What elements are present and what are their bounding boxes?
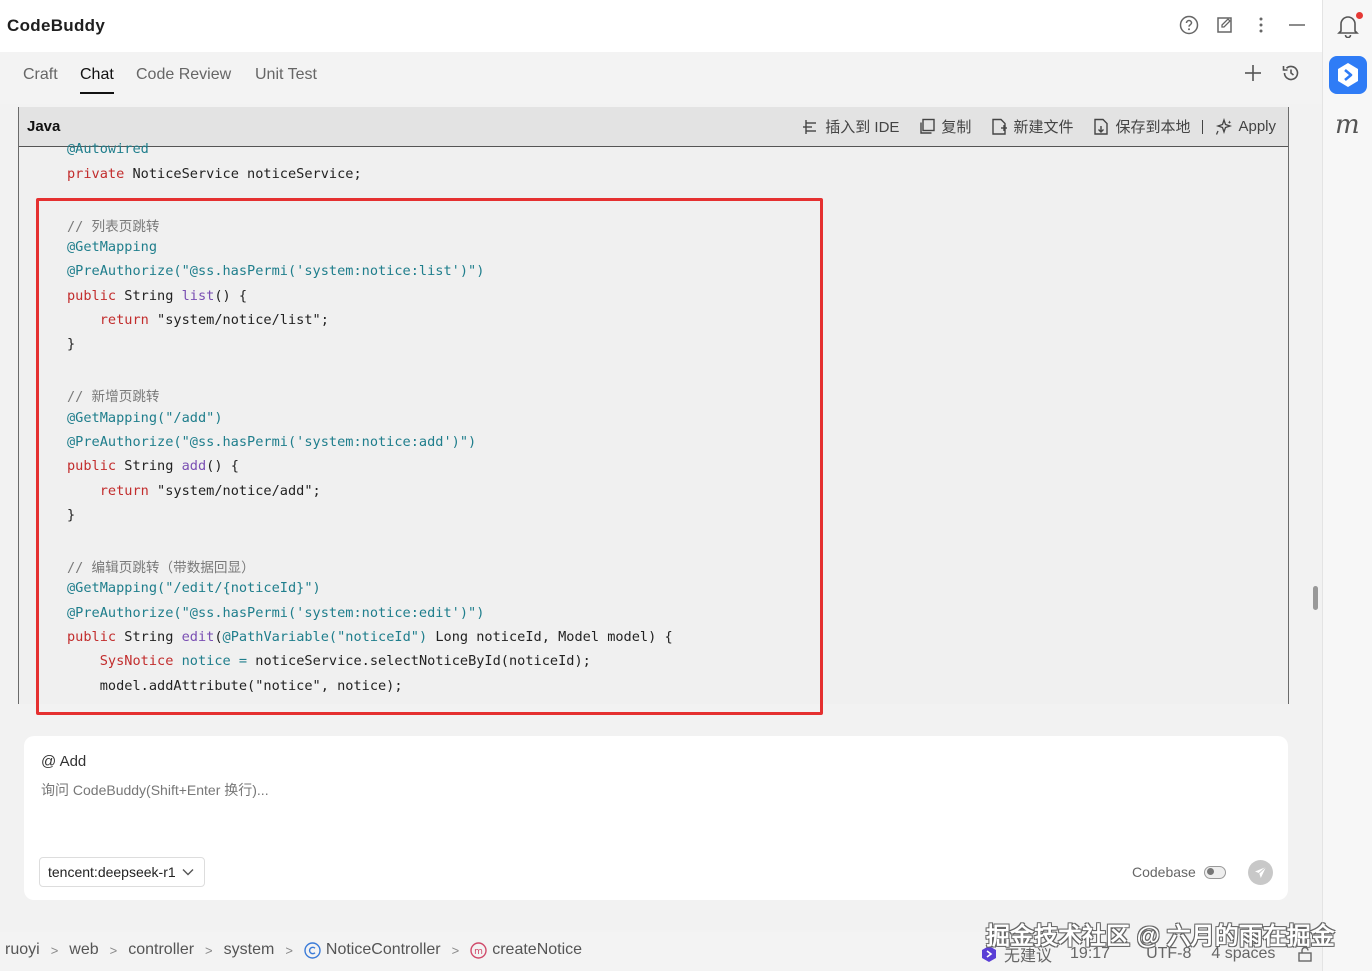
insert-ide-button[interactable]: 插入到 IDE — [802, 116, 899, 137]
breadcrumb: ruoyi > web > controller > system > Noti… — [5, 941, 582, 959]
chat-input[interactable] — [41, 782, 1141, 798]
code-line: @PreAuthorize("@ss.hasPermi('system:noti… — [67, 605, 485, 621]
minimize-icon[interactable] — [1286, 14, 1308, 36]
tabs-actions — [1242, 62, 1302, 84]
copy-icon — [920, 118, 936, 134]
save-file-icon — [1094, 118, 1109, 135]
codebuddy-status-icon — [982, 946, 996, 962]
m-plugin-icon[interactable]: m — [1335, 110, 1360, 140]
codebase-label: Codebase — [1132, 864, 1196, 880]
save-local-label: 保存到本地 — [1115, 119, 1191, 136]
model-name: tencent:deepseek-r1 — [48, 864, 176, 880]
copy-label: 复制 — [941, 119, 972, 136]
code-line: private NoticeService noticeService; — [67, 166, 362, 182]
title-actions — [1178, 14, 1308, 36]
save-local-button[interactable]: 保存到本地 — [1093, 116, 1190, 137]
status-right: 无建议 19:17 UTF-8 4 spaces — [980, 942, 1313, 966]
chevron-down-icon — [182, 869, 194, 876]
breadcrumb-item[interactable]: ruoyi — [5, 941, 40, 959]
class-icon — [304, 941, 321, 959]
code-line: // 列表页跳转 — [67, 219, 160, 235]
app-title: CodeBuddy — [7, 16, 106, 35]
cursor-time[interactable]: 19:17 — [1070, 945, 1110, 963]
code-line: @GetMapping("/add") — [67, 410, 223, 426]
chevron-right-icon: > — [205, 942, 213, 958]
code-content: @Autowired private NoticeService noticeS… — [19, 141, 1288, 704]
tab-code-review[interactable]: Code Review — [136, 66, 231, 92]
code-block-header: Java 插入到 IDE 复制 新建文件 保存到本地 Apply — [19, 107, 1288, 147]
tab-unit-test[interactable]: Unit Test — [255, 66, 317, 92]
code-line: // 编辑页跳转（带数据回显） — [67, 560, 255, 576]
chevron-right-icon: > — [285, 942, 293, 958]
breadcrumb-method[interactable]: m createNotice — [470, 941, 582, 959]
suggestion-status[interactable]: 无建议 — [1004, 942, 1052, 966]
svg-text:m: m — [474, 947, 483, 957]
breadcrumb-item[interactable]: system — [224, 941, 275, 959]
tab-chat[interactable]: Chat — [80, 66, 114, 94]
code-block: Java 插入到 IDE 复制 新建文件 保存到本地 Apply @Autowi… — [18, 107, 1289, 704]
code-line: @GetMapping — [67, 239, 158, 255]
chat-input-panel: @ Add tencent:deepseek-r1 Codebase — [24, 736, 1288, 900]
chevron-right-icon: > — [451, 942, 460, 958]
notification-badge — [1356, 12, 1363, 19]
more-vertical-icon[interactable] — [1250, 14, 1272, 36]
insert-ide-label: 插入到 IDE — [825, 119, 900, 136]
method-icon: m — [470, 941, 487, 959]
code-line: } — [67, 336, 76, 352]
code-line: return "system/notice/list"; — [99, 312, 329, 328]
breadcrumb-item[interactable]: controller — [128, 941, 194, 959]
code-line: return "system/notice/add"; — [99, 483, 321, 499]
model-selector[interactable]: tencent:deepseek-r1 — [39, 857, 205, 887]
codebase-toggle[interactable] — [1203, 865, 1226, 879]
code-line: @GetMapping("/edit/{noticeId}") — [67, 580, 321, 596]
help-icon[interactable] — [1178, 14, 1200, 36]
copy-button[interactable]: 复制 — [919, 116, 971, 137]
insert-icon — [803, 119, 817, 134]
tab-bar: Craft Chat Code Review Unit Test — [0, 52, 1322, 104]
chevron-right-icon: > — [50, 942, 59, 958]
tab-craft[interactable]: Craft — [23, 66, 58, 92]
code-line: model.addAttribute("notice", notice); — [67, 678, 403, 694]
code-line: @PreAuthorize("@ss.hasPermi('system:noti… — [67, 263, 485, 279]
send-icon — [1255, 866, 1267, 878]
breadcrumb-item[interactable]: web — [69, 941, 98, 959]
new-file-icon — [992, 118, 1008, 135]
code-line: @PreAuthorize("@ss.hasPermi('system:noti… — [67, 434, 477, 450]
scrollbar-thumb[interactable] — [1313, 586, 1318, 610]
breadcrumb-class[interactable]: NoticeController — [304, 941, 441, 959]
breadcrumb-class-label: NoticeController — [325, 941, 441, 958]
chevron-right-icon: > — [109, 942, 118, 958]
indent-setting[interactable]: 4 spaces — [1211, 945, 1275, 963]
send-button[interactable] — [1248, 860, 1273, 885]
codebase-toggle-group: Codebase — [1132, 864, 1226, 880]
code-line: public String edit(@PathVariable("notice… — [67, 629, 673, 645]
edit-note-icon[interactable] — [1214, 14, 1236, 36]
code-line: public String add() { — [67, 458, 239, 474]
action-divider — [1202, 119, 1204, 134]
code-line: // 新增页跳转 — [67, 389, 160, 405]
code-line: public String list() { — [67, 288, 248, 304]
right-sidebar: m — [1322, 0, 1372, 971]
status-bar: ruoyi > web > controller > system > Noti… — [0, 932, 1322, 971]
code-language: Java — [27, 118, 61, 135]
history-icon[interactable] — [1280, 62, 1302, 84]
code-line: } — [67, 507, 76, 523]
add-context-button[interactable]: @ Add — [41, 753, 86, 770]
title-bar: CodeBuddy — [0, 0, 1322, 52]
code-actions: 插入到 IDE 复制 新建文件 保存到本地 Apply — [782, 116, 1276, 137]
lock-icon[interactable] — [1297, 946, 1313, 962]
code-line: @Autowired — [67, 141, 149, 157]
apply-label: Apply — [1238, 118, 1276, 135]
bell-icon[interactable] — [1337, 14, 1359, 43]
new-file-button[interactable]: 新建文件 — [991, 116, 1073, 137]
new-file-label: 新建文件 — [1013, 119, 1074, 136]
breadcrumb-method-label: createNotice — [492, 941, 583, 958]
sparkle-icon — [1216, 117, 1233, 135]
apply-button[interactable]: Apply — [1215, 117, 1276, 136]
file-encoding[interactable]: UTF-8 — [1146, 945, 1191, 963]
plus-icon[interactable] — [1242, 62, 1264, 84]
code-line: SysNotice notice = noticeService.selectN… — [99, 653, 591, 669]
codebuddy-logo-icon[interactable] — [1329, 56, 1367, 94]
